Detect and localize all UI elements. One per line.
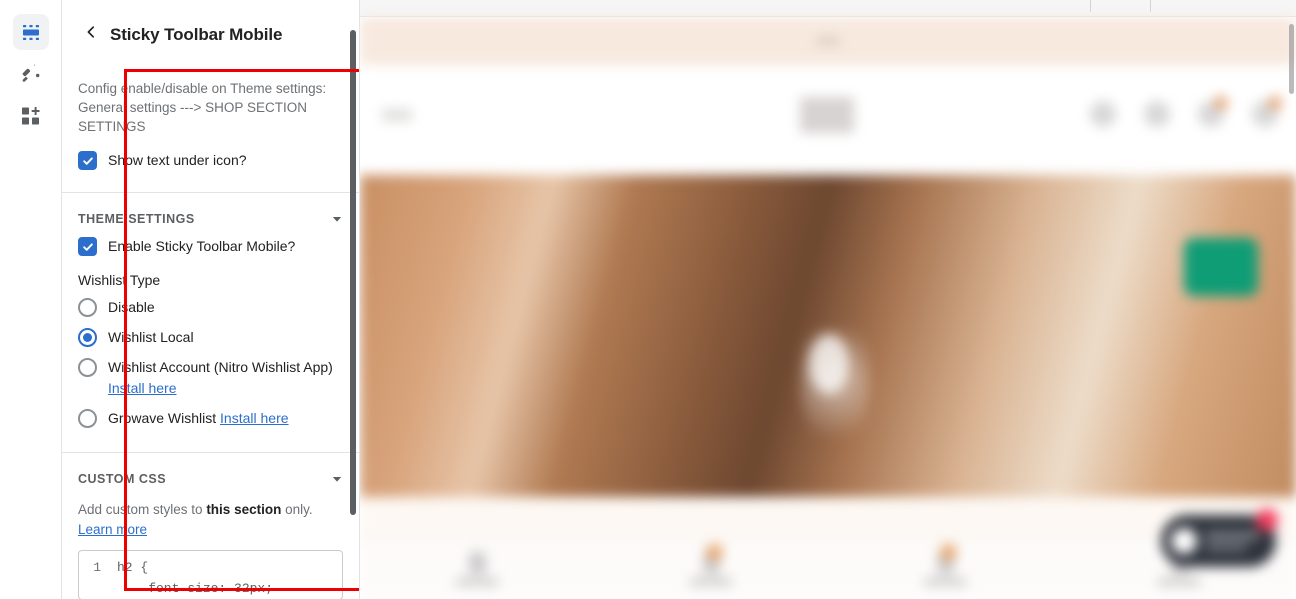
theme-settings-header[interactable]: THEME SETTINGS xyxy=(78,203,343,232)
custom-css-editor[interactable]: 1 h2 { font-size: 32px; xyxy=(78,550,343,599)
search-icon[interactable] xyxy=(1090,101,1116,127)
learn-more-link[interactable]: Learn more xyxy=(78,522,147,537)
wishlist-count-badge xyxy=(1214,96,1228,110)
custom-css-description: Add custom styles to this section only. … xyxy=(78,500,343,540)
page-title: Sticky Toolbar Mobile xyxy=(110,24,283,44)
home-icon xyxy=(468,551,486,574)
store-header xyxy=(360,65,1296,175)
cart-count-badge xyxy=(1268,96,1282,110)
code-text: font-size: 32px; xyxy=(117,581,274,596)
enable-sticky-toolbar-label: Enable Sticky Toolbar Mobile? xyxy=(108,238,296,254)
toolbar-label xyxy=(690,577,732,586)
preview-spacer xyxy=(360,497,1296,537)
back-button[interactable] xyxy=(78,22,104,48)
radio-wishlist-account[interactable] xyxy=(78,358,97,377)
custom-css-heading: CUSTOM CSS xyxy=(78,472,167,486)
account-icon[interactable] xyxy=(1144,101,1170,127)
help-text: Config enable/disable on Theme settings:… xyxy=(78,81,327,134)
settings-panel: Sticky Toolbar Mobile Config enable/disa… xyxy=(62,0,360,599)
announcement-text xyxy=(816,38,840,44)
toolbar-label xyxy=(456,577,498,586)
install-here-link-nitro[interactable]: Install here xyxy=(108,380,176,396)
preview-chrome-strip xyxy=(360,0,1296,17)
paint-roller-icon xyxy=(20,63,42,85)
announcement-bar xyxy=(360,17,1296,65)
line-number: 1 xyxy=(93,560,101,575)
radio-wishlist-account-label: Wishlist Account (Nitro Wishlist App) In… xyxy=(108,357,343,399)
necklace-pendant xyxy=(809,333,850,394)
custom-css-header[interactable]: CUSTOM CSS xyxy=(78,463,343,492)
hero-product-image xyxy=(360,175,1296,520)
css-desc-suffix: only. xyxy=(281,502,313,517)
chat-widget[interactable] xyxy=(1161,509,1278,567)
sticky-toolbar xyxy=(360,537,1296,599)
preview-scrollbar[interactable] xyxy=(1289,24,1294,94)
radio-wishlist-local[interactable] xyxy=(78,328,97,347)
chevron-down-icon-css[interactable] xyxy=(331,473,343,485)
wishlist-option-account[interactable]: Wishlist Account (Nitro Wishlist App) In… xyxy=(78,357,343,399)
header-icon-group xyxy=(1090,96,1282,127)
store-preview xyxy=(360,0,1296,599)
theme-editor-window: Sticky Toolbar Mobile Config enable/disa… xyxy=(0,0,1296,599)
toolbar-label xyxy=(1158,577,1200,586)
css-desc-prefix: Add custom styles to xyxy=(78,502,207,517)
install-here-link-growave[interactable]: Install here xyxy=(220,410,288,426)
radio-growave-wishlist-label: Growave Wishlist Install here xyxy=(108,408,289,429)
custom-css-section: CUSTOM CSS Add custom styles to this sec… xyxy=(62,453,359,599)
radio-wishlist-account-text: Wishlist Account (Nitro Wishlist App) xyxy=(108,359,333,375)
wishlist-option-growave[interactable]: Growave Wishlist Install here xyxy=(78,408,343,429)
chat-text-lines xyxy=(1205,531,1259,551)
toolbar-label xyxy=(924,577,966,586)
chevron-left-icon xyxy=(84,25,98,44)
wishlist-icon xyxy=(702,543,723,574)
chat-avatar xyxy=(1171,528,1197,554)
rail-item-sections[interactable] xyxy=(12,14,49,50)
store-logo xyxy=(800,97,854,133)
radio-disable-label: Disable xyxy=(108,299,155,315)
enable-sticky-toolbar-checkbox[interactable] xyxy=(78,237,97,256)
chrome-divider xyxy=(1150,0,1151,12)
toolbar-item-wishlist[interactable] xyxy=(594,543,828,586)
radio-disable[interactable] xyxy=(78,298,97,317)
chrome-divider xyxy=(1090,0,1091,12)
wishlist-type-label: Wishlist Type xyxy=(78,272,161,288)
left-icon-rail xyxy=(0,0,62,599)
panel-scroll-area: Config enable/disable on Theme settings:… xyxy=(62,69,359,599)
rail-item-theme-settings[interactable] xyxy=(13,56,49,92)
radio-wishlist-local-label: Wishlist Local xyxy=(108,329,194,345)
chevron-down-icon[interactable] xyxy=(331,213,343,225)
theme-settings-section: THEME SETTINGS Enable Sticky Toolbar Mob… xyxy=(62,193,359,453)
code-line: 1 h2 { xyxy=(79,557,342,578)
cart-badge xyxy=(939,543,957,561)
toolbar-item-cart[interactable] xyxy=(828,543,1062,586)
css-desc-bold: this section xyxy=(206,502,282,517)
wishlist-badge xyxy=(705,543,723,561)
wishlist-option-disable[interactable]: Disable xyxy=(78,297,343,318)
radio-growave-wishlist-text: Growave Wishlist xyxy=(108,410,217,426)
cart-icon xyxy=(936,543,957,574)
code-line: font-size: 32px; xyxy=(79,578,342,599)
sections-icon xyxy=(20,21,42,43)
show-text-under-icon-checkbox[interactable] xyxy=(78,151,97,170)
add-block-icon xyxy=(21,106,41,126)
intro-section: Config enable/disable on Theme settings:… xyxy=(62,69,359,193)
show-text-under-icon-row[interactable]: Show text under icon? xyxy=(78,150,343,170)
code-text: h2 { xyxy=(117,560,149,575)
enable-sticky-toolbar-row[interactable]: Enable Sticky Toolbar Mobile? xyxy=(78,236,343,256)
line-number xyxy=(79,578,105,599)
preview-viewport xyxy=(360,17,1296,599)
cart-icon[interactable] xyxy=(1252,96,1282,127)
panel-header: Sticky Toolbar Mobile xyxy=(62,0,359,69)
chat-notification-badge xyxy=(1256,509,1278,531)
menu-icon[interactable] xyxy=(382,109,412,121)
panel-scrollbar[interactable] xyxy=(350,30,356,515)
rail-item-app-embeds[interactable] xyxy=(13,98,49,134)
wishlist-icon[interactable] xyxy=(1198,96,1228,127)
wishlist-option-local[interactable]: Wishlist Local xyxy=(78,327,343,348)
radio-growave-wishlist[interactable] xyxy=(78,409,97,428)
show-text-under-icon-label: Show text under icon? xyxy=(108,152,247,168)
whatsapp-widget[interactable] xyxy=(1184,238,1258,296)
toolbar-item-home[interactable] xyxy=(360,551,594,586)
theme-settings-heading: THEME SETTINGS xyxy=(78,212,195,226)
